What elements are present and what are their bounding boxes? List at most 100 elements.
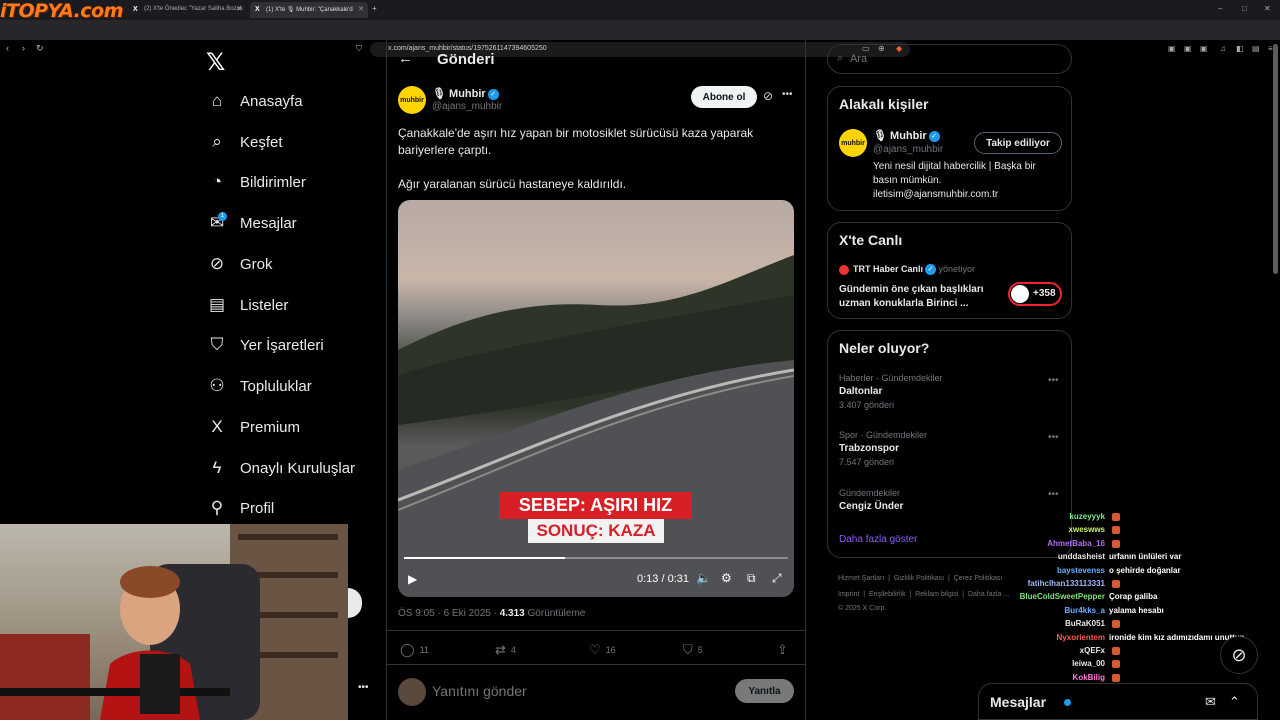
footer-link[interactable]: Erişilebilirlik bbox=[869, 591, 906, 598]
music-icon[interactable]: ♫ bbox=[1220, 44, 1226, 53]
minimize-icon[interactable]: – bbox=[1218, 4, 1222, 13]
close-icon[interactable]: ✕ bbox=[236, 5, 242, 13]
post-video[interactable]: SEBEP: AŞIRI HIZ SONUÇ: KAZA ▶ 0:13 / 0:… bbox=[398, 200, 794, 597]
reload-icon[interactable]: ↻ bbox=[36, 43, 44, 54]
close-icon[interactable]: ✕ bbox=[358, 5, 364, 13]
browser-tab-active[interactable]: X (1) X'te 🎙 Muhbir: "Çanakkale'd ✕ bbox=[250, 2, 368, 18]
scrollbar[interactable] bbox=[1273, 44, 1278, 274]
chat-username[interactable]: xQEFx bbox=[960, 646, 1105, 655]
reply-input[interactable]: Yanıtını gönder bbox=[432, 683, 527, 699]
post-button-edge[interactable] bbox=[348, 588, 362, 618]
more-options-icon[interactable]: ••• bbox=[1048, 375, 1059, 386]
more-options-icon[interactable]: ••• bbox=[782, 89, 793, 100]
wallet-icon[interactable]: ▤ bbox=[1252, 44, 1260, 53]
chat-username[interactable]: baystevenss bbox=[960, 566, 1105, 575]
forward-arrow-icon[interactable]: › bbox=[22, 43, 25, 53]
following-button[interactable]: Takip ediliyor bbox=[974, 132, 1062, 154]
extension-icon[interactable]: ▣ bbox=[1184, 44, 1192, 53]
footer-link[interactable]: Hizmet Şartları bbox=[838, 575, 884, 582]
x-logo-icon[interactable]: 𝕏 bbox=[206, 48, 225, 77]
maximize-icon[interactable]: □ bbox=[1242, 4, 1247, 13]
x-favicon-icon: X bbox=[255, 6, 260, 13]
author-name-row[interactable]: 🎙 Muhbir ✓ bbox=[432, 87, 499, 100]
reply-button[interactable]: ◯ 11 bbox=[400, 642, 429, 658]
back-arrow-icon[interactable]: ← bbox=[398, 50, 413, 67]
chevron-up-icon[interactable]: ⌃ bbox=[1229, 694, 1240, 710]
menu-icon[interactable]: ≡ bbox=[1268, 44, 1273, 53]
chat-username[interactable]: fatihclhan133113331 bbox=[960, 579, 1105, 588]
chat-username[interactable]: Nyxorientem bbox=[960, 633, 1105, 642]
footer-link[interactable]: Imprint bbox=[838, 591, 859, 598]
chat-username[interactable]: kuzeyyyk bbox=[960, 512, 1105, 521]
video-progress-track[interactable] bbox=[404, 557, 788, 559]
related-handle[interactable]: @ajans_muhbir bbox=[873, 144, 943, 155]
post-timestamp[interactable]: ÖS 9:05 · 6 Eki 2025 · bbox=[398, 608, 500, 619]
related-avatar[interactable]: muhbir bbox=[839, 129, 867, 157]
nav-item-communities[interactable]: ⚇ Topluluklar bbox=[206, 372, 311, 400]
nav-item-home[interactable]: ⌂ Anasayfa bbox=[206, 87, 303, 115]
footer-link[interactable]: Gizlilik Politikası bbox=[894, 575, 944, 582]
chat-username[interactable]: Bur4kks_a bbox=[960, 606, 1105, 615]
nav-item-verified-orgs[interactable]: ϟ Onaylı Kuruluşlar bbox=[206, 454, 356, 482]
chat-username[interactable]: KokBilig bbox=[960, 673, 1105, 682]
footer-link[interactable]: Reklam bilgisi bbox=[915, 591, 958, 598]
back-arrow-icon[interactable]: ‹ bbox=[6, 43, 9, 53]
settings-icon[interactable]: ⚙ bbox=[721, 571, 732, 585]
reply-submit-button[interactable]: Yanıtla bbox=[735, 679, 794, 703]
live-title[interactable]: Gündemin öne çıkan başlıkları uzman konu… bbox=[839, 283, 984, 311]
play-icon[interactable]: ▶ bbox=[408, 572, 417, 586]
bookmark-icon[interactable]: ⛉ bbox=[356, 44, 362, 54]
author-avatar[interactable]: muhbir bbox=[398, 86, 426, 114]
nav-item-grok[interactable]: ⊘ Grok bbox=[206, 250, 273, 278]
nav-item-profile[interactable]: ⚲ Profil bbox=[206, 494, 274, 522]
bookmark-button[interactable]: ⛉ 5 bbox=[683, 642, 703, 658]
more-options-icon[interactable]: ••• bbox=[1048, 489, 1059, 500]
chat-username[interactable]: unddasheist bbox=[960, 552, 1105, 561]
live-listeners[interactable]: +358 bbox=[1008, 282, 1062, 306]
new-tab-button[interactable]: + bbox=[372, 4, 377, 13]
volume-icon[interactable]: 🔈 bbox=[696, 571, 711, 585]
fullscreen-icon[interactable]: ⤢ bbox=[772, 571, 782, 586]
live-title-line: uzman konuklarla Birinci ... bbox=[839, 298, 969, 309]
chat-username[interactable]: AhmetBaba_16 bbox=[960, 539, 1105, 548]
trend-item[interactable]: Spor · Gündemdekiler Trabzonspor 7.547 g… bbox=[839, 430, 927, 467]
grok-icon[interactable]: ⊘ bbox=[763, 89, 773, 103]
sidebar-icon[interactable]: ◧ bbox=[1236, 44, 1244, 53]
user-avatar[interactable] bbox=[398, 678, 426, 706]
live-host-row[interactable]: TRT Haber Canlı ✓ yönetiyor bbox=[853, 264, 975, 276]
subscribe-button[interactable]: Abone ol bbox=[691, 86, 757, 108]
repost-button[interactable]: ⇄ 4 bbox=[495, 642, 516, 658]
reply-icon: ◯ bbox=[400, 642, 415, 657]
nav-item-premium[interactable]: X Premium bbox=[206, 413, 300, 441]
author-name: Muhbir bbox=[449, 88, 486, 100]
nav-item-bookmarks[interactable]: ⛉ Yer İşaretleri bbox=[206, 331, 324, 359]
chat-username[interactable]: leiwa_00 bbox=[960, 659, 1105, 668]
search-input[interactable]: Ara bbox=[827, 44, 1072, 74]
trend-item[interactable]: Haberler · Gündemdekiler Daltonlar 3.407… bbox=[839, 373, 943, 410]
grok-fab-icon[interactable]: ⊘ bbox=[1220, 636, 1258, 674]
chat-username[interactable]: xweswws bbox=[960, 525, 1105, 534]
extension-icon[interactable]: ▣ bbox=[1168, 44, 1176, 53]
author-handle[interactable]: @ajans_muhbir bbox=[432, 101, 502, 112]
messages-drawer[interactable]: Mesajlar ✉ ⌃ bbox=[978, 683, 1258, 720]
trend-item[interactable]: Gündemdekiler Cengiz Ünder bbox=[839, 488, 903, 512]
like-button[interactable]: ♡ 16 bbox=[589, 642, 616, 658]
close-window-icon[interactable]: ✕ bbox=[1264, 4, 1271, 13]
bio-link[interactable]: iletisim@ajansmuhbir.com.tr bbox=[873, 188, 1036, 202]
new-message-icon[interactable]: ✉ bbox=[1205, 694, 1216, 710]
share-button[interactable]: ⇪ bbox=[777, 642, 793, 658]
related-name-row[interactable]: 🎙 Muhbir ✓ bbox=[873, 129, 940, 142]
chat-message: fatihclhan133113331 bbox=[960, 579, 1280, 588]
chat-username[interactable]: BuRaK051 bbox=[960, 619, 1105, 628]
nav-item-explore[interactable]: ⌕ Keşfet bbox=[206, 128, 282, 156]
show-more-link[interactable]: Daha fazla göster bbox=[839, 534, 917, 545]
nav-item-notifications[interactable]: ◔ Bildirimler bbox=[206, 168, 306, 196]
more-icon[interactable]: ••• bbox=[358, 682, 369, 693]
x-icon: X bbox=[211, 417, 223, 436]
more-options-icon[interactable]: ••• bbox=[1048, 432, 1059, 443]
pip-icon[interactable]: ⧉ bbox=[747, 571, 756, 586]
browser-tab[interactable]: X (2) X'te Önediec "Yazar Saliha Bozok ✕ bbox=[128, 2, 246, 18]
chat-username[interactable]: BlueColdSweetPepper bbox=[960, 592, 1105, 601]
extension-icon[interactable]: ▣ bbox=[1200, 44, 1208, 53]
nav-item-lists[interactable]: ▤ Listeler bbox=[206, 291, 288, 319]
